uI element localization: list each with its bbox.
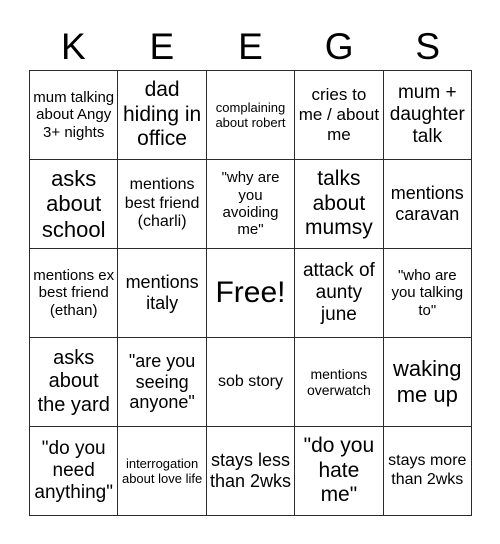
bingo-cell[interactable]: mum talking about Angy 3+ nights: [30, 71, 119, 160]
bingo-cell[interactable]: "do you hate me": [295, 427, 384, 516]
bingo-cell-text: waking me up: [393, 356, 462, 407]
bingo-cell-text: mentions best friend (charli): [124, 176, 200, 231]
bingo-cell-text: mentions overwatch: [306, 365, 371, 398]
header-letter-1: E: [149, 25, 175, 67]
bingo-cell-text: mum talking about Angy 3+ nights: [33, 88, 115, 141]
free-space-text: Free!: [215, 275, 286, 309]
bingo-cell[interactable]: interrogation about love life: [118, 427, 207, 516]
bingo-cell[interactable]: stays less than 2wks: [206, 427, 296, 516]
bingo-cell[interactable]: waking me up: [383, 338, 472, 427]
bingo-cell-text: dad hiding in office: [122, 78, 202, 151]
bingo-cell-text: "do you need anything": [34, 437, 113, 504]
bingo-cell-free-space[interactable]: Free!: [206, 249, 296, 338]
bingo-cell-text: attack of aunty june: [302, 259, 375, 326]
bingo-cell[interactable]: mentions ex best friend (ethan): [30, 249, 119, 338]
bingo-cell[interactable]: attack of aunty june: [295, 249, 384, 338]
bingo-card: K E E G S mum talking about Angy 3+ nigh…: [0, 0, 500, 544]
bingo-cell[interactable]: dad hiding in office: [118, 71, 207, 160]
bingo-cell-text: complaining about robert: [215, 99, 286, 130]
bingo-cell-text: mum + daughter talk: [389, 81, 465, 148]
header-letter-3: G: [324, 25, 354, 67]
bingo-cell-text: mentions italy: [125, 272, 199, 313]
bingo-cell[interactable]: asks about the yard: [30, 338, 119, 427]
bingo-cell[interactable]: mentions overwatch: [295, 338, 384, 427]
bingo-cell-text: cries to me / about me: [298, 85, 380, 144]
bingo-cell[interactable]: asks about school: [30, 160, 119, 249]
bingo-cell[interactable]: mentions best friend (charli): [118, 160, 207, 249]
bingo-cell[interactable]: "do you need anything": [30, 427, 119, 516]
bingo-cell-text: "why are you avoiding me": [221, 169, 280, 239]
bingo-cell-text: stays more than 2wks: [388, 452, 467, 488]
bingo-grid: mum talking about Angy 3+ nights dad hid…: [29, 70, 472, 516]
bingo-cell-text: sob story: [218, 372, 283, 390]
bingo-cell[interactable]: sob story: [206, 338, 296, 427]
bingo-cell-text: mentions ex best friend (ethan): [33, 266, 115, 319]
bingo-cell-text: asks about the yard: [37, 347, 110, 416]
bingo-cell-text: "are you seeing anyone": [128, 350, 196, 413]
bingo-cell-text: "who are you talking to": [391, 266, 464, 319]
bingo-cell[interactable]: complaining about robert: [206, 71, 296, 160]
header-letter-4: S: [415, 25, 441, 67]
bingo-cell[interactable]: cries to me / about me: [295, 71, 384, 160]
bingo-cell[interactable]: "who are you talking to": [383, 249, 472, 338]
bingo-cell[interactable]: mum + daughter talk: [383, 71, 472, 160]
bingo-cell-text: interrogation about love life: [121, 455, 203, 486]
bingo-cell-text: talks about mumsy: [305, 167, 373, 240]
bingo-cell-text: "do you hate me": [303, 434, 375, 507]
bingo-cell[interactable]: mentions italy: [118, 249, 207, 338]
bingo-cell[interactable]: talks about mumsy: [295, 160, 384, 249]
bingo-header: K E E G S: [29, 22, 472, 70]
header-letter-2: E: [238, 25, 263, 67]
bingo-cell-text: asks about school: [41, 165, 106, 242]
bingo-cell[interactable]: "are you seeing anyone": [118, 338, 207, 427]
bingo-cell[interactable]: mentions caravan: [383, 160, 472, 249]
bingo-cell[interactable]: "why are you avoiding me": [206, 160, 296, 249]
bingo-cell[interactable]: stays more than 2wks: [383, 427, 472, 516]
header-letter-0: K: [60, 25, 86, 67]
bingo-cell-text: mentions caravan: [390, 183, 464, 224]
bingo-cell-text: stays less than 2wks: [209, 450, 292, 491]
